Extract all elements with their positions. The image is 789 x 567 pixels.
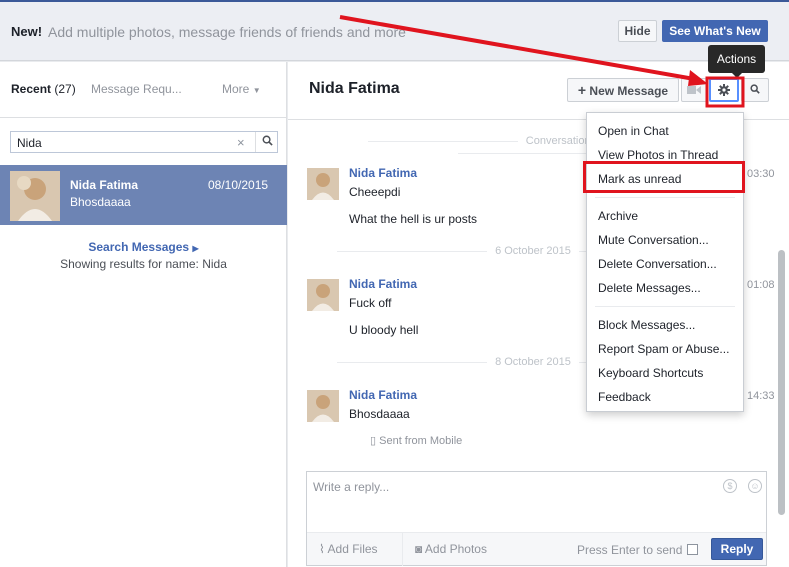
composer-toolbar: ⌇ Add Files ◙ Add Photos Press Enter to … bbox=[307, 532, 766, 566]
sent-from-mobile: ▯ Sent from Mobile bbox=[370, 434, 462, 447]
plus-icon: + bbox=[577, 82, 587, 98]
see-whats-new-button[interactable]: See What's New bbox=[662, 20, 768, 42]
new-message-button[interactable]: + New Message bbox=[567, 78, 679, 102]
date-divider-text: 8 October 2015 bbox=[495, 356, 571, 368]
message-time: 01:08 bbox=[747, 279, 775, 291]
message-sender[interactable]: Nida Fatima bbox=[349, 277, 417, 291]
notice-text: Add multiple photos, message friends of … bbox=[48, 24, 406, 40]
paperclip-icon: ⌇ bbox=[319, 542, 325, 556]
scrollbar[interactable] bbox=[778, 250, 785, 515]
message-text: Bhosdaaaa bbox=[349, 407, 410, 421]
tab-recent-label: Recent bbox=[11, 82, 52, 96]
search-icon bbox=[750, 84, 760, 94]
tab-message-requests[interactable]: Message Requ... bbox=[91, 82, 182, 96]
message-time: 03:30 bbox=[747, 168, 775, 180]
search-icon[interactable] bbox=[255, 132, 278, 152]
search-messages-link[interactable]: Search Messages ▶ bbox=[0, 240, 287, 254]
avatar bbox=[307, 168, 339, 200]
avatar bbox=[307, 279, 339, 311]
new-features-notice: New! Add multiple photos, message friend… bbox=[0, 0, 789, 61]
gear-icon bbox=[718, 84, 730, 96]
menu-item-delete-conversation[interactable]: Delete Conversation... bbox=[598, 257, 717, 271]
avatar bbox=[307, 390, 339, 422]
message-text: What the hell is ur posts bbox=[349, 212, 478, 226]
add-files-button[interactable]: ⌇ Add Files bbox=[319, 542, 378, 556]
menu-item-feedback[interactable]: Feedback bbox=[598, 390, 651, 404]
conversation-date: 08/10/2015 bbox=[208, 178, 269, 192]
camera-icon: ◙ bbox=[415, 542, 423, 556]
add-photos-button[interactable]: ◙ Add Photos bbox=[415, 542, 487, 556]
inbox-tabs: Recent (27) Message Requ... More ▼ bbox=[0, 62, 286, 118]
new-message-label: New Message bbox=[589, 84, 669, 98]
actions-button[interactable] bbox=[709, 78, 739, 102]
press-enter-label: Press Enter to send bbox=[577, 543, 683, 557]
tab-recent-count: (27) bbox=[54, 82, 76, 96]
message-text: Cheeepdi bbox=[349, 185, 401, 199]
conversation-snippet: Bhosdaaaa bbox=[70, 195, 131, 209]
date-divider-text: 6 October 2015 bbox=[495, 245, 571, 257]
conversation-list-panel: Recent (27) Message Requ... More ▼ Nida … bbox=[0, 62, 287, 567]
search-thread-button[interactable] bbox=[741, 78, 769, 102]
press-enter-checkbox[interactable] bbox=[687, 544, 698, 555]
search-messages-label: Search Messages bbox=[88, 240, 190, 254]
hide-button[interactable]: Hide bbox=[618, 20, 657, 42]
reply-input[interactable]: Write a reply... bbox=[313, 480, 389, 494]
menu-divider bbox=[595, 306, 735, 307]
conversation-list-item[interactable]: Nida Fatima 08/10/2015 Bhosdaaaa bbox=[0, 165, 287, 225]
message-text: U bloody hell bbox=[349, 323, 419, 337]
menu-item-view-photos[interactable]: View Photos in Thread bbox=[598, 148, 718, 162]
message-sender[interactable]: Nida Fatima bbox=[349, 388, 417, 402]
menu-item-open-in-chat[interactable]: Open in Chat bbox=[598, 124, 669, 138]
mobile-phone-icon: ▯ bbox=[370, 435, 377, 447]
add-photos-label: Add Photos bbox=[424, 542, 487, 556]
notice-new-label: New! bbox=[11, 24, 43, 39]
menu-item-archive[interactable]: Archive bbox=[598, 209, 638, 223]
chevron-down-icon: ▼ bbox=[252, 86, 261, 95]
thread-title: Nida Fatima bbox=[309, 80, 400, 97]
avatar bbox=[10, 171, 60, 221]
message-sender[interactable]: Nida Fatima bbox=[349, 166, 417, 180]
search-input[interactable]: Nida × bbox=[10, 131, 278, 153]
menu-item-report-spam[interactable]: Report Spam or Abuse... bbox=[598, 342, 729, 356]
payment-icon[interactable]: $ bbox=[723, 479, 737, 493]
sent-from-mobile-text: Sent from Mobile bbox=[379, 435, 463, 447]
conversation-name: Nida Fatima bbox=[70, 178, 139, 192]
chevron-right-icon: ▶ bbox=[192, 244, 199, 253]
search-results-note: Showing results for name: Nida bbox=[60, 257, 227, 271]
menu-divider bbox=[595, 197, 735, 198]
search-value: Nida bbox=[17, 136, 42, 150]
clear-search-icon[interactable]: × bbox=[237, 135, 245, 150]
actions-tooltip: Actions bbox=[708, 45, 765, 78]
reply-button[interactable]: Reply bbox=[711, 538, 763, 560]
tab-more-label: More bbox=[222, 82, 250, 96]
annotation-highlight-box bbox=[583, 161, 745, 193]
menu-item-keyboard-shortcuts[interactable]: Keyboard Shortcuts bbox=[598, 366, 703, 380]
video-camera-icon bbox=[687, 86, 701, 94]
add-files-label: Add Files bbox=[327, 542, 378, 556]
tab-recent[interactable]: Recent (27) bbox=[11, 82, 76, 96]
divider bbox=[402, 533, 403, 566]
message-text: Fuck off bbox=[349, 296, 392, 310]
tab-more[interactable]: More ▼ bbox=[222, 82, 261, 96]
menu-item-block-messages[interactable]: Block Messages... bbox=[598, 318, 695, 332]
actions-menu: Open in Chat View Photos in Thread Mark … bbox=[586, 112, 744, 412]
video-call-button[interactable] bbox=[681, 78, 707, 102]
reply-composer: Write a reply... $ ☺ ⌇ Add Files ◙ Add P… bbox=[306, 471, 767, 566]
menu-item-mute[interactable]: Mute Conversation... bbox=[598, 233, 709, 247]
menu-item-delete-messages[interactable]: Delete Messages... bbox=[598, 281, 701, 295]
emoji-icon[interactable]: ☺ bbox=[748, 479, 762, 493]
message-time: 14:33 bbox=[747, 390, 775, 402]
